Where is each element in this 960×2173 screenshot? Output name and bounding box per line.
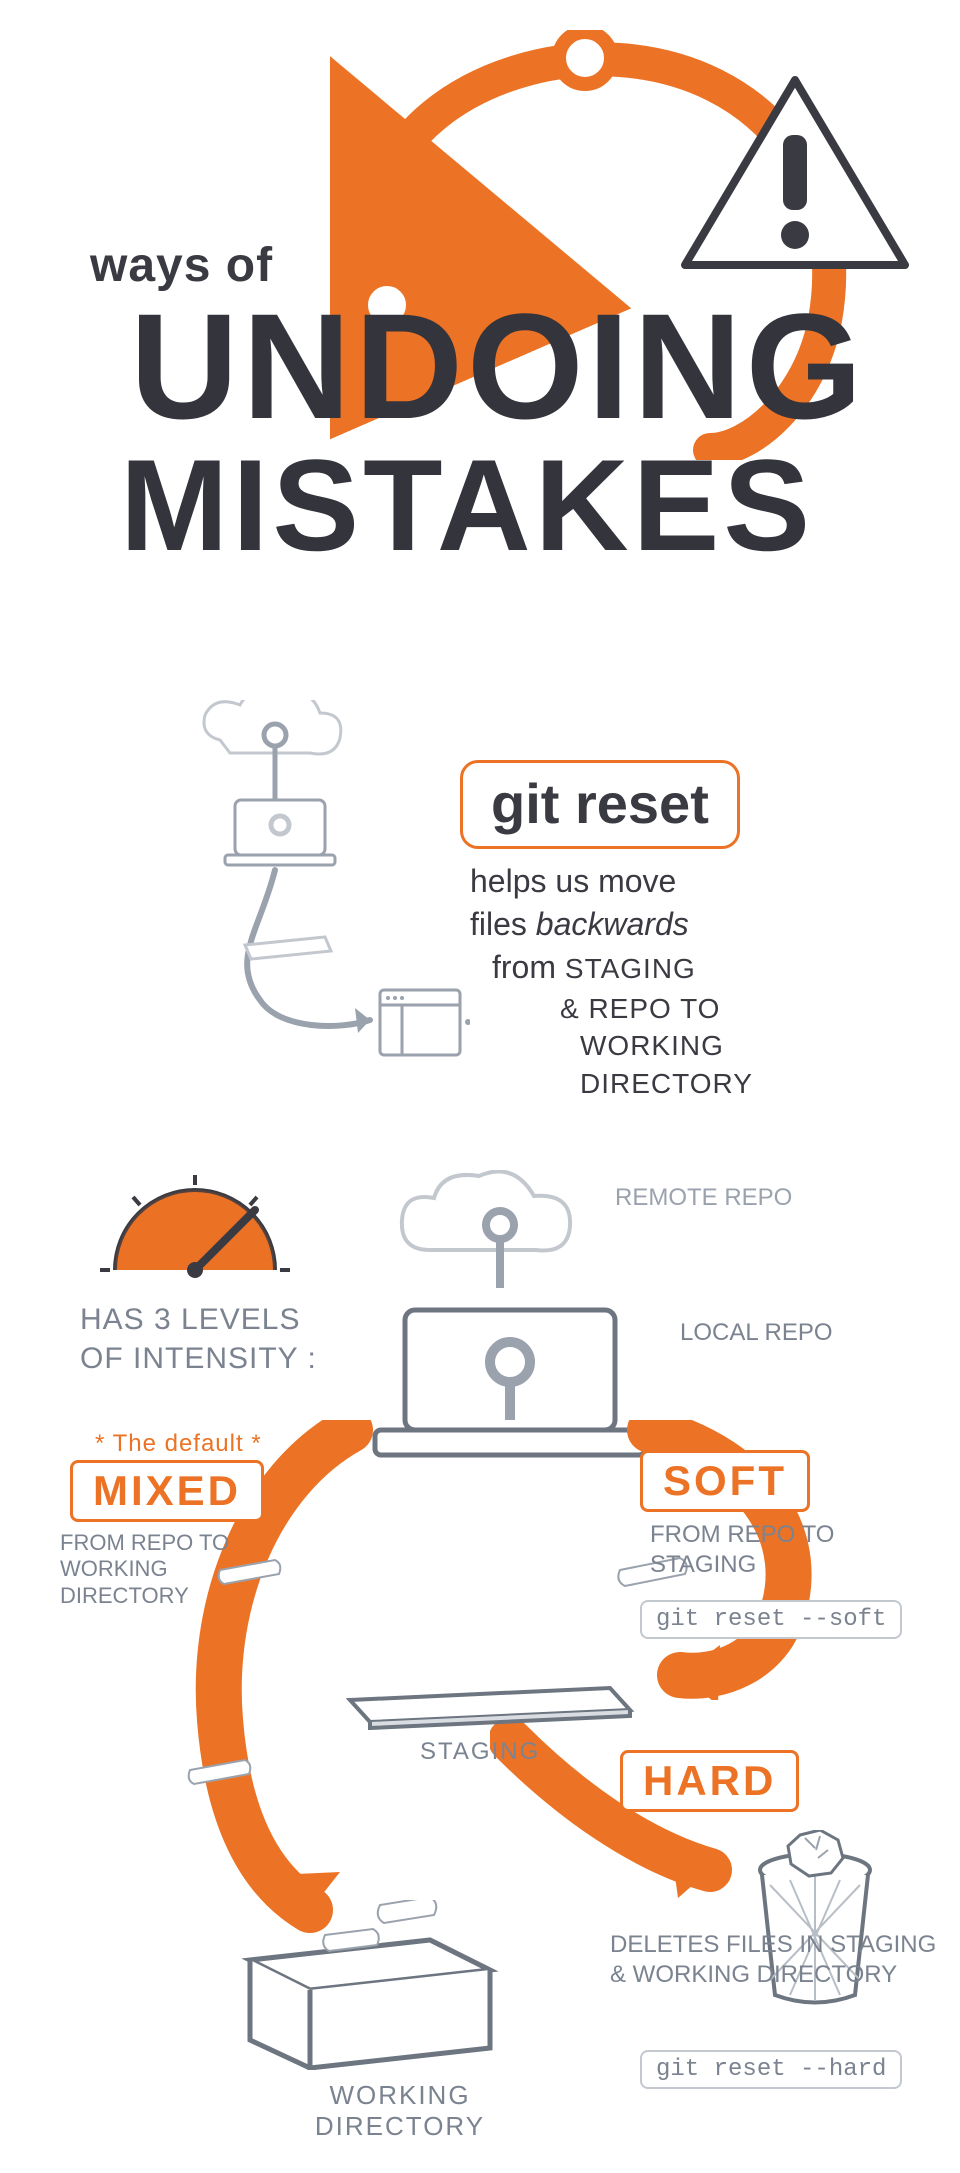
reset-flow-sketch-icon <box>190 700 470 1080</box>
title-line1: UNDOING <box>130 280 866 453</box>
soft-description: from repo to staging <box>650 1520 910 1580</box>
hard-command: git reset --hard <box>640 2050 902 2089</box>
git-reset-title-box: git reset <box>460 760 740 849</box>
s1-l2a: files <box>470 906 536 942</box>
intensity-gauge-icon <box>95 1170 295 1280</box>
local-repo-label: Local Repo <box>680 1320 833 1346</box>
working-directory-label: WORKING DIRECTORY <box>300 2080 500 2142</box>
s1-l2b: backwards <box>536 906 689 942</box>
s1-l1: helps us move <box>470 863 676 899</box>
soft-command: git reset --soft <box>640 1600 902 1639</box>
git-reset-description: helps us move files backwards from STAGI… <box>470 860 870 1103</box>
warning-triangle-icon <box>680 70 910 280</box>
hard-tag: HARD <box>620 1750 799 1812</box>
soft-tag: SOFT <box>640 1450 810 1512</box>
hard-description: deletes files in staging & working direc… <box>610 1930 940 1990</box>
working-directory-box-icon <box>230 1900 510 2070</box>
s1-l5: WORKING <box>470 1027 870 1065</box>
title-line2: MISTAKES <box>120 430 814 580</box>
mixed-tag: MIXED <box>70 1460 264 1522</box>
staging-shelf-icon <box>340 1680 640 1730</box>
staging-label: STAGING <box>420 1738 540 1766</box>
mixed-description: from repo to working directory <box>60 1530 280 1609</box>
remote-repo-cloud-icon <box>390 1170 610 1290</box>
s1-l3a: from <box>492 949 565 985</box>
s1-l3b: STAGING <box>565 953 696 984</box>
intensity-label: Has 3 levels of intensity : <box>80 1300 340 1378</box>
remote-repo-label: Remote Repo <box>615 1185 792 1211</box>
mixed-default-note: * The default * <box>95 1430 262 1458</box>
s1-l4: & REPO to <box>470 990 870 1028</box>
s1-l6: DIRECTORY <box>470 1065 870 1103</box>
